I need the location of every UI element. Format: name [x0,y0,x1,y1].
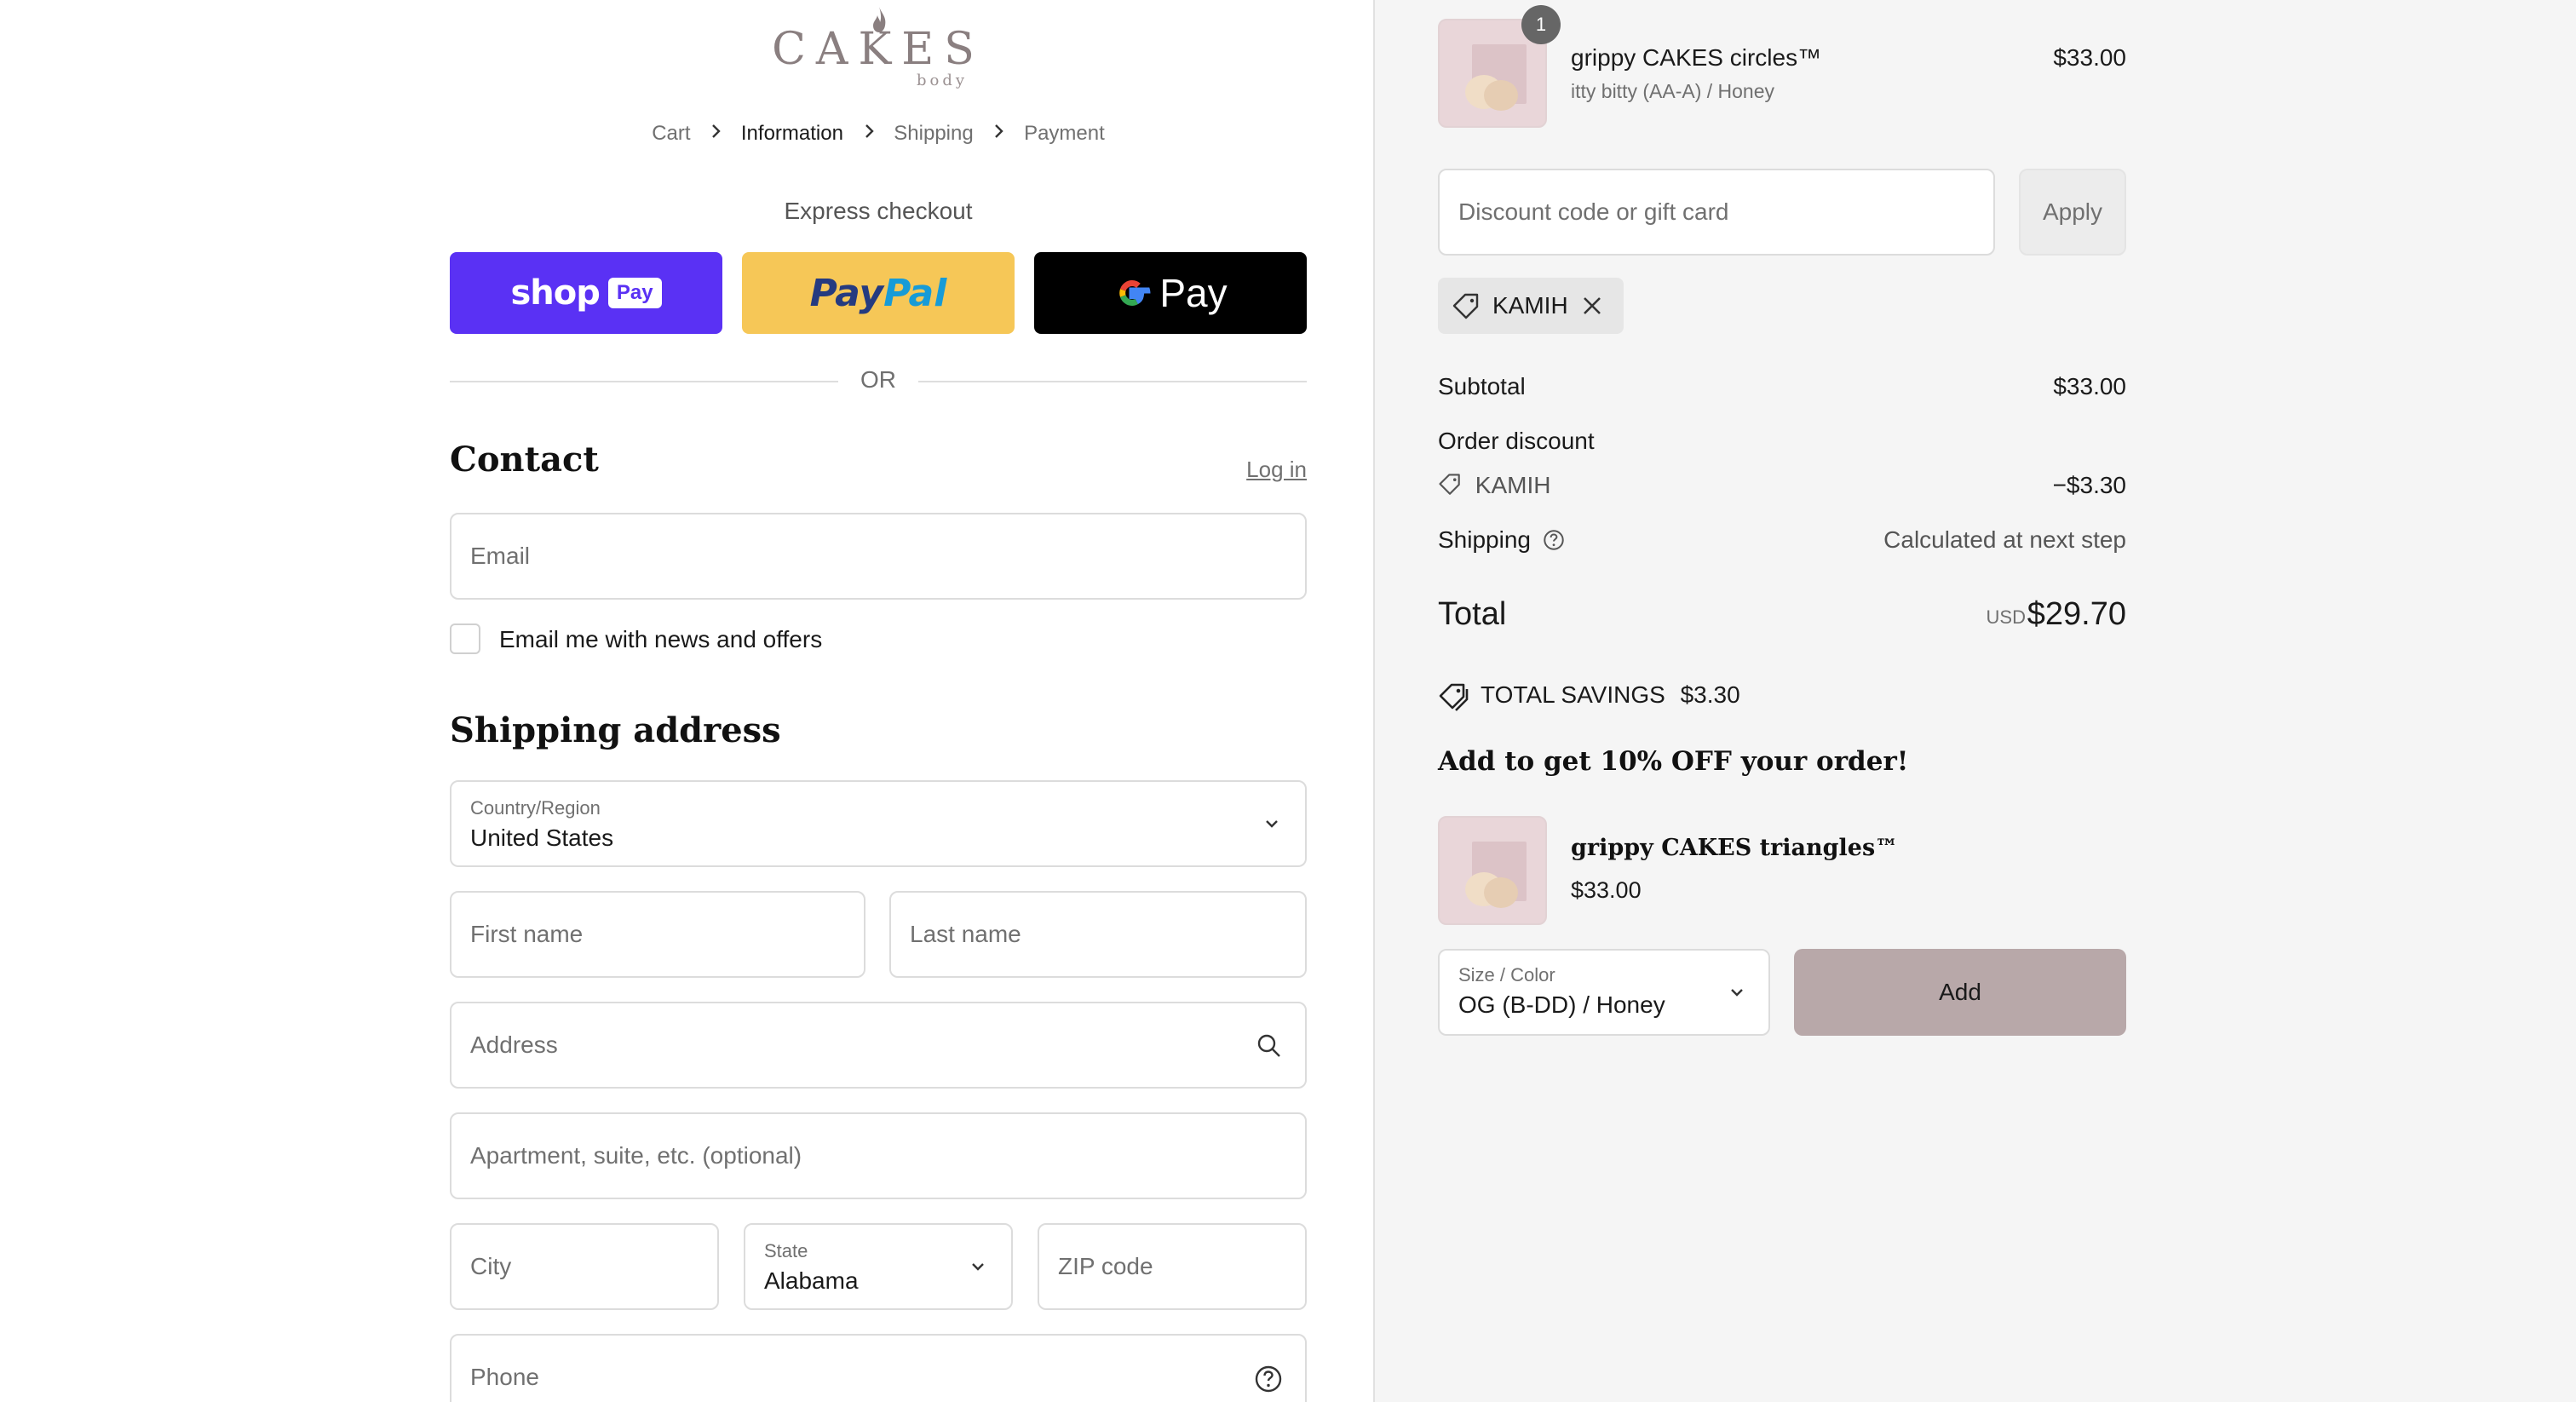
tag-icon [1452,293,1479,319]
cart-item-price: $33.00 [2053,44,2126,71]
breadcrumb-information: Information [740,121,843,145]
discount-code-row: KAMIH [1438,472,1550,499]
zip-code-field[interactable]: ZIP code [1038,1223,1307,1310]
contact-heading: Contact [450,440,599,480]
order-discount-label: Order discount [1438,428,1595,454]
breadcrumb-payment: Payment [1024,121,1105,145]
subtotal-label: Subtotal [1438,373,1526,399]
shop-pay-button[interactable]: shop Pay [450,252,722,334]
close-icon[interactable] [1581,295,1603,317]
breadcrumb: Cart Information Shipping Payment [450,121,1307,146]
or-divider: OR [450,365,1307,399]
search-icon[interactable] [1256,1032,1283,1060]
apply-discount-button[interactable]: Apply [2019,169,2126,256]
phone-placeholder: Phone [470,1364,539,1390]
shipping-row: Shipping [1438,526,1565,554]
last-name-placeholder: Last name [910,921,1021,947]
shop-pay-badge: Pay [607,278,662,308]
discount-code-placeholder: Discount code or gift card [1458,198,1729,225]
total-label: Total [1438,596,1507,632]
chevron-right-icon [992,122,1004,146]
quantity-badge: 1 [1521,5,1561,44]
tag-icon [1439,474,1460,495]
upsell-product-price: $33.00 [1571,877,1642,903]
size-color-value: OG (B-DD) / Honey [1458,991,1665,1018]
paypal-button[interactable]: PayPal [742,252,1015,334]
subtotal-value: $33.00 [2053,373,2126,399]
upsell-product-thumbnail [1438,816,1547,925]
news-offers-checkbox[interactable] [450,623,480,654]
total-value: $29.70 [2027,596,2126,632]
divider-line [918,381,1307,382]
last-name-field[interactable]: Last name [889,891,1307,978]
total-savings-label: TOTAL SAVINGS [1481,681,1665,708]
apartment-field[interactable]: Apartment, suite, etc. (optional) [450,1112,1307,1199]
upsell-product-name: grippy CAKES triangles™ [1571,835,1899,861]
or-text: OR [860,366,896,393]
applied-discount-chip: KAMIH [1438,278,1624,334]
cart-item-variant: itty bitty (AA-A) / Honey [1571,80,1775,102]
city-field[interactable]: City [450,1223,719,1310]
tags-icon [1439,683,1469,711]
brand-subtitle: body [917,72,969,89]
chevron-down-icon [972,1263,984,1271]
chevron-down-icon [1731,989,1743,997]
country-select[interactable]: Country/Region United States [450,780,1307,867]
total-currency: USD [1986,606,2026,628]
address-field[interactable]: Address [450,1002,1307,1089]
apartment-placeholder: Apartment, suite, etc. (optional) [470,1142,802,1169]
discount-code-text: KAMIH [1475,472,1551,498]
discount-code-field[interactable]: Discount code or gift card [1438,169,1995,256]
total-savings-text: TOTAL SAVINGS $3.30 [1481,681,1740,709]
google-pay-wordmark: Pay [1159,271,1228,315]
shop-pay-wordmark: shop [510,273,600,313]
breadcrumb-cart[interactable]: Cart [652,122,690,146]
news-offers-label: Email me with news and offers [499,626,823,652]
country-label: Country/Region [470,797,601,819]
shipping-value: Calculated at next step [1883,526,2126,553]
size-color-select[interactable]: Size / Color OG (B-DD) / Honey [1438,949,1770,1036]
cart-item-name: grippy CAKES circles™ [1571,44,1822,71]
zip-code-placeholder: ZIP code [1058,1253,1153,1279]
applied-discount-code: KAMIH [1492,292,1568,319]
brand-logo[interactable]: CAKES body [450,0,1307,94]
first-name-field[interactable]: First name [450,891,865,978]
first-name-placeholder: First name [470,921,584,947]
size-color-label: Size / Color [1458,964,1555,985]
express-checkout-title: Express checkout [784,198,973,224]
help-circle-icon[interactable] [1254,1365,1283,1393]
shipping-label: Shipping [1438,526,1531,553]
address-placeholder: Address [470,1031,558,1058]
email-placeholder: Email [470,543,531,569]
google-pay-button[interactable]: Pay [1034,252,1307,334]
upsell-title: Add to get 10% OFF your order! [1438,746,1909,777]
paypal-wordmark: PayPal [809,271,947,315]
total-savings-amount: $3.30 [1680,681,1740,708]
brand-wordmark: CAKES [772,24,985,75]
breadcrumb-shipping: Shipping [894,121,974,145]
log-in-link[interactable]: Log in [1246,457,1307,483]
country-value: United States [470,825,614,851]
phone-field[interactable]: Phone [450,1334,1307,1402]
state-select[interactable]: State Alabama [744,1223,1013,1310]
chevron-right-icon [710,122,722,146]
help-circle-icon[interactable] [1543,529,1565,551]
state-label: State [764,1240,808,1261]
checkout-form-panel: CAKES body Cart Information Shipping Pay… [0,0,1373,1402]
chevron-down-icon [1266,820,1278,828]
discount-amount: −$3.30 [2052,472,2126,498]
google-g-icon [1119,279,1151,307]
state-value: Alabama [764,1267,859,1294]
add-upsell-button[interactable]: Add [1794,949,2126,1036]
chevron-right-icon [863,122,875,146]
shipping-address-heading: Shipping address [450,710,781,750]
city-placeholder: City [470,1253,512,1279]
email-field[interactable]: Email [450,513,1307,600]
